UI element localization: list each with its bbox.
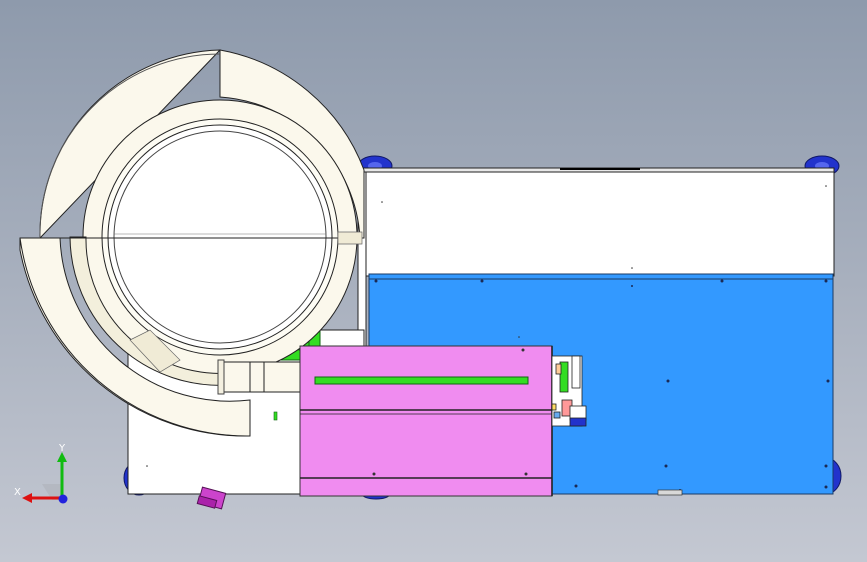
origin-icon [58, 494, 68, 504]
x-axis-label: X [14, 487, 21, 498]
coordinate-triad: Y X [14, 443, 68, 504]
pink-cover[interactable] [299, 345, 553, 497]
pick-mechanism[interactable] [551, 355, 587, 427]
y-axis-label: Y [58, 443, 66, 454]
assembly-model[interactable] [0, 0, 867, 562]
cad-viewport[interactable]: Y X [0, 0, 867, 562]
